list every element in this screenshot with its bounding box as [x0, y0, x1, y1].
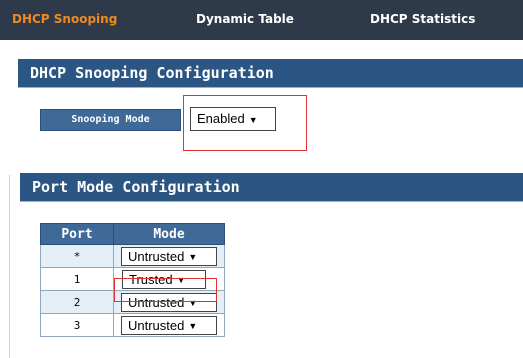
trusted-row-highlight [114, 278, 217, 302]
left-border-line [9, 175, 10, 358]
port-mode-value: Untrusted [128, 248, 185, 264]
tab-dynamic-table[interactable]: Dynamic Table [196, 12, 294, 26]
table-header-row: Port Mode [40, 223, 225, 245]
tab-dhcp-statistics[interactable]: DHCP Statistics [370, 12, 475, 26]
port-mode-select[interactable]: Untrusted ▼ [121, 315, 217, 335]
mode-cell: Untrusted ▼ [113, 313, 225, 337]
port-cell: 3 [40, 313, 114, 337]
caret-down-icon: ▼ [188, 320, 198, 331]
snooping-mode-label: Snooping Mode [40, 109, 181, 131]
snooping-config-title: DHCP Snooping Configuration [18, 59, 523, 87]
section-divider [18, 87, 523, 88]
port-cell: 1 [40, 267, 114, 291]
port-column-header: Port [40, 223, 114, 245]
port-mode-config-title: Port Mode Configuration [20, 173, 523, 201]
mode-cell: Untrusted ▼ [113, 244, 225, 268]
top-navigation-bar: DHCP Snooping Dynamic Table DHCP Statist… [0, 0, 523, 40]
snooping-mode-highlight [183, 95, 307, 151]
port-mode-select[interactable]: Untrusted ▼ [121, 246, 217, 266]
tab-dhcp-snooping[interactable]: DHCP Snooping [12, 12, 117, 26]
table-row: * Untrusted ▼ [40, 244, 225, 268]
port-cell: * [40, 244, 114, 268]
table-row: 3 Untrusted ▼ [40, 313, 225, 337]
port-cell: 2 [40, 290, 114, 314]
port-mode-value: Untrusted [128, 317, 185, 333]
caret-down-icon: ▼ [188, 251, 198, 262]
section-divider [20, 201, 523, 202]
mode-column-header: Mode [113, 223, 225, 245]
